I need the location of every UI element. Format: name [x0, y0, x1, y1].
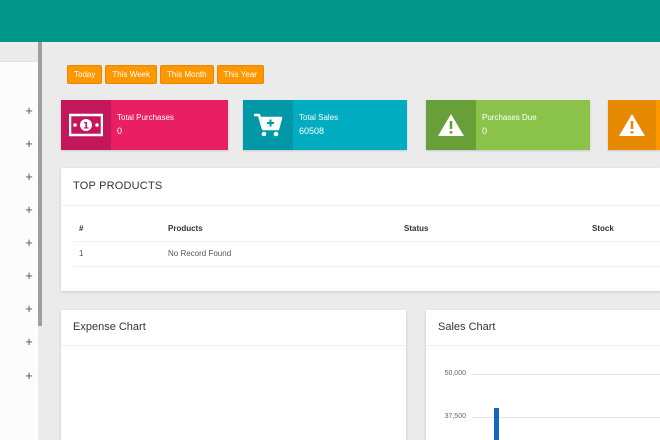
table-cell-product: No Record Found: [168, 249, 232, 258]
stat-label: Total Purchases: [117, 113, 174, 122]
col-header-number: #: [79, 224, 84, 233]
stat-label: Total Sales: [299, 113, 339, 122]
filter-this-week-button[interactable]: This Week: [105, 65, 157, 84]
stat-value: 60508: [299, 126, 325, 136]
expand-plus-icon[interactable]: +: [23, 137, 35, 150]
filter-today-button[interactable]: Today: [67, 65, 103, 84]
stat-total-purchases[interactable]: 1 Total Purchases 0: [61, 100, 228, 150]
expand-plus-icon[interactable]: +: [23, 236, 35, 249]
sidebar: + + + + + + + + +: [0, 42, 42, 440]
top-products-title: TOP PRODUCTS: [73, 180, 163, 192]
col-header-status: Status: [404, 224, 429, 233]
expand-plus-icon[interactable]: +: [23, 104, 35, 117]
stat-value: 0: [117, 126, 123, 136]
y-tick-label: 50,000: [444, 370, 466, 377]
grid-line: [472, 374, 660, 375]
sidebar-menu: + + + + + + + + +: [0, 61, 38, 440]
sales-bar[interactable]: [494, 408, 499, 440]
sales-chart-card: Sales Chart 50,000 37,500: [426, 310, 660, 440]
expand-plus-icon[interactable]: +: [23, 369, 35, 382]
filter-this-month-button[interactable]: This Month: [160, 65, 214, 84]
expand-plus-icon[interactable]: +: [23, 203, 35, 216]
top-products-card: TOP PRODUCTS # Products Status Stock 1 N…: [61, 168, 660, 291]
expense-chart-title: Expense Chart: [73, 321, 146, 333]
filter-this-year-button[interactable]: This Year: [216, 65, 264, 84]
sidebar-scrollbar[interactable]: [38, 42, 42, 326]
warning-icon: [608, 100, 656, 150]
stat-label: Purchases Due: [482, 113, 537, 122]
stat-value: 0: [482, 126, 488, 136]
expand-plus-icon[interactable]: +: [23, 170, 35, 183]
stat-total-sales[interactable]: Total Sales 60508: [243, 100, 407, 150]
col-header-products: Products: [168, 224, 203, 233]
svg-text:1: 1: [83, 122, 89, 132]
sales-chart-title: Sales Chart: [438, 321, 496, 333]
expand-plus-icon[interactable]: +: [23, 302, 35, 315]
stat-purchases-due[interactable]: Purchases Due 0: [426, 100, 590, 150]
col-header-stock: Stock: [592, 224, 614, 233]
stat-card-partial[interactable]: [608, 100, 660, 150]
top-navbar: [0, 0, 660, 42]
date-filter-group: Today This Week This Month This Year: [67, 65, 264, 84]
expand-plus-icon[interactable]: +: [23, 335, 35, 348]
warning-icon: [426, 100, 476, 150]
grid-line: [472, 417, 660, 418]
expand-plus-icon[interactable]: +: [23, 269, 35, 282]
y-tick-label: 37,500: [444, 413, 466, 420]
money-icon: 1: [61, 100, 111, 150]
cart-plus-icon: [243, 100, 293, 150]
expense-chart-card: Expense Chart: [61, 310, 406, 440]
table-cell-number: 1: [79, 249, 84, 258]
